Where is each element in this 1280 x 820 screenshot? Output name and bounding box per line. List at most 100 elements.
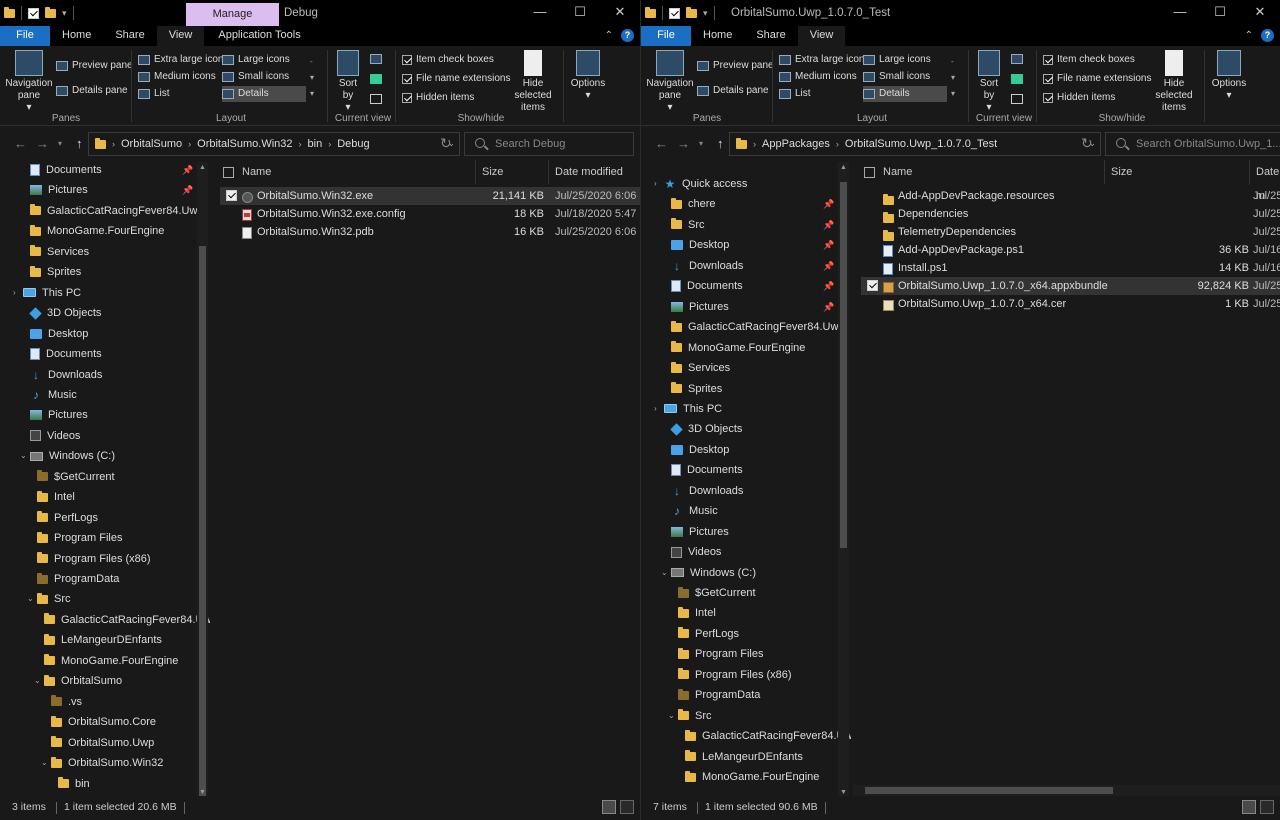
sort-by-button[interactable]: Sort by ▾ — [975, 50, 1003, 114]
add-columns-icon[interactable] — [370, 74, 382, 84]
back-icon[interactable]: ← — [14, 136, 27, 151]
medium-icons-option[interactable]: Medium icons — [779, 69, 857, 85]
details-view-icon[interactable] — [602, 800, 616, 814]
file-row[interactable]: OrbitalSumo.Uwp_1.0.7.0_x64.cer 1 KB Jul/2… — [861, 295, 1280, 313]
column-size[interactable]: Size — [1105, 160, 1250, 184]
search-input[interactable]: Search OrbitalSumo.Uwp_1... — [1105, 132, 1280, 156]
nav-item[interactable]: PerfLogs — [678, 624, 739, 644]
nav-item[interactable]: Services — [30, 242, 89, 262]
breadcrumb-item[interactable]: OrbitalSumo — [121, 138, 182, 150]
nav-item[interactable]: 3D Objects — [670, 419, 742, 439]
recent-locations-icon[interactable]: ▾ — [699, 139, 703, 148]
details-option[interactable]: Details — [222, 86, 306, 102]
collapse-arrow-icon[interactable]: ⌄ — [20, 446, 27, 466]
nav-item[interactable]: Desktop — [30, 324, 88, 344]
nav-item[interactable]: › This PC — [654, 399, 722, 419]
column-date-modified[interactable]: Date modified — [549, 160, 640, 184]
breadcrumb-item[interactable]: OrbitalSumo.Win32 — [197, 138, 292, 150]
maximize-icon[interactable]: ☐ — [560, 0, 600, 26]
file-row[interactable]: Dependencies Jul/25 — [861, 205, 1280, 223]
file-name-extensions-toggle[interactable]: File name extensions — [1043, 71, 1152, 87]
nav-item[interactable]: OrbitalSumo.Core — [51, 712, 156, 732]
column-name[interactable]: Name — [877, 160, 1105, 184]
hidden-items-toggle[interactable]: Hidden items — [402, 90, 474, 106]
nav-item[interactable]: MonoGame.FourEngine — [671, 338, 805, 358]
nav-item[interactable]: Desktop — [671, 235, 729, 255]
nav-item[interactable]: › This PC — [13, 283, 81, 303]
breadcrumb-item[interactable]: bin — [308, 138, 323, 150]
hide-selected-items-button[interactable]: Hide selected items — [1145, 50, 1203, 114]
nav-item[interactable]: ⌄ OrbitalSumo.Win32 — [41, 753, 163, 773]
nav-item[interactable]: MonoGame.FourEngine — [44, 651, 178, 671]
list-option[interactable]: List — [138, 86, 218, 102]
row-checkbox[interactable] — [867, 280, 878, 291]
up-icon[interactable]: ↑ — [76, 136, 83, 151]
nav-item[interactable]: ⌄ Src — [668, 706, 712, 726]
small-icons-option[interactable]: Small icons — [222, 69, 289, 85]
recent-locations-icon[interactable]: ▾ — [58, 139, 62, 148]
tab-home[interactable]: Home — [691, 26, 744, 46]
nav-item[interactable]: ♪ Music — [671, 501, 718, 521]
close-icon[interactable]: ✕ — [1240, 0, 1280, 26]
nav-item[interactable]: PerfLogs — [37, 508, 98, 528]
address-bar[interactable]: › AppPackages › OrbitalSumo.Uwp_1.0.7.0_… — [729, 132, 1101, 156]
customize-toolbar-icon[interactable]: ▾ — [62, 8, 67, 19]
file-row[interactable]: OrbitalSumo.Uwp_1.0.7.0_x64.appxbundle 92… — [861, 277, 1280, 295]
minimize-icon[interactable]: — — [1160, 0, 1200, 26]
nav-item[interactable]: ⌄ Windows (C:) — [20, 446, 115, 466]
scroll-thumb[interactable] — [865, 787, 1113, 794]
pin-icon[interactable]: 📌 — [823, 297, 834, 317]
minimize-icon[interactable]: — — [520, 0, 560, 26]
layout-scroll-icon[interactable]: - ▾ ▾ — [951, 54, 955, 102]
nav-item[interactable]: Sprites — [30, 262, 81, 282]
pin-icon[interactable]: 📌 — [823, 276, 834, 296]
breadcrumb-item[interactable]: OrbitalSumo.Uwp_1.0.7.0_Test — [845, 138, 997, 150]
pin-icon[interactable]: 📌 — [823, 194, 834, 214]
nav-pane-scrollbar[interactable]: ▲ ▼ — [838, 162, 849, 798]
nav-item[interactable]: Services — [671, 358, 730, 378]
scroll-thumb[interactable] — [840, 182, 847, 548]
collapse-arrow-icon[interactable]: ⌄ — [41, 753, 48, 773]
nav-item[interactable]: GalacticCatRacingFever84.Uwp — [30, 201, 204, 221]
size-columns-icon[interactable] — [1011, 94, 1023, 104]
hide-selected-items-button[interactable]: Hide selected items — [504, 50, 562, 114]
details-pane-button[interactable]: Details pane — [697, 83, 769, 99]
extra-large-icons-option[interactable]: Extra large icons — [138, 52, 228, 68]
nav-item[interactable]: Videos — [671, 542, 721, 562]
large-icons-option[interactable]: Large icons — [222, 52, 290, 68]
tab-view[interactable]: View — [797, 26, 846, 46]
row-checkbox[interactable] — [226, 190, 237, 201]
nav-item[interactable]: Program Files (x86) — [678, 665, 792, 685]
expand-arrow-icon[interactable]: › — [654, 399, 657, 419]
nav-item[interactable]: Documents — [30, 160, 102, 180]
tab-share[interactable]: Share — [744, 26, 797, 46]
address-bar[interactable]: › OrbitalSumo › OrbitalSumo.Win32 › bin … — [88, 132, 460, 156]
column-date-modified[interactable]: Date m — [1250, 160, 1280, 202]
sort-by-button[interactable]: Sort by ▾ — [334, 50, 362, 114]
nav-item[interactable]: GalacticCatRacingFever84.Uwp — [685, 726, 851, 746]
nav-item[interactable]: GalacticCatRacingFever84.Uwp — [671, 317, 845, 337]
forward-icon[interactable]: → — [36, 136, 49, 151]
collapse-arrow-icon[interactable]: ⌄ — [668, 706, 675, 726]
file-row[interactable]: Add-AppDevPackage.ps1 36 KB Jul/16 — [861, 241, 1280, 259]
nav-item[interactable]: ↓ Downloads — [671, 481, 743, 501]
nav-item[interactable]: MonoGame.FourEngine — [685, 767, 819, 787]
customize-toolbar-icon[interactable]: ▾ — [703, 8, 708, 19]
large-icons-view-icon[interactable] — [1260, 800, 1274, 814]
help-icon[interactable]: ? — [621, 29, 634, 42]
file-row[interactable]: Add-AppDevPackage.resources Jul/25 — [861, 187, 1280, 205]
nav-item[interactable]: Program Files — [678, 644, 763, 664]
select-all-checkbox[interactable] — [223, 167, 234, 178]
pin-icon[interactable]: 📌 — [182, 160, 193, 180]
item-check-boxes-toggle[interactable]: Item check boxes — [1043, 52, 1135, 68]
pin-icon[interactable]: 📌 — [823, 235, 834, 255]
item-check-boxes-toggle[interactable]: Item check boxes — [402, 52, 494, 68]
layout-scroll-icon[interactable]: - ▾ ▾ — [310, 54, 314, 102]
group-by-icon[interactable] — [1011, 54, 1023, 64]
nav-item[interactable]: Intel — [37, 487, 75, 507]
tab-home[interactable]: Home — [50, 26, 103, 46]
scroll-thumb[interactable] — [199, 246, 206, 820]
close-icon[interactable]: ✕ — [600, 0, 640, 26]
title-bar[interactable]: ▾ Manage Debug — ☐ ✕ — [0, 0, 640, 26]
nav-item[interactable]: MonoGame.FourEngine — [30, 221, 164, 241]
